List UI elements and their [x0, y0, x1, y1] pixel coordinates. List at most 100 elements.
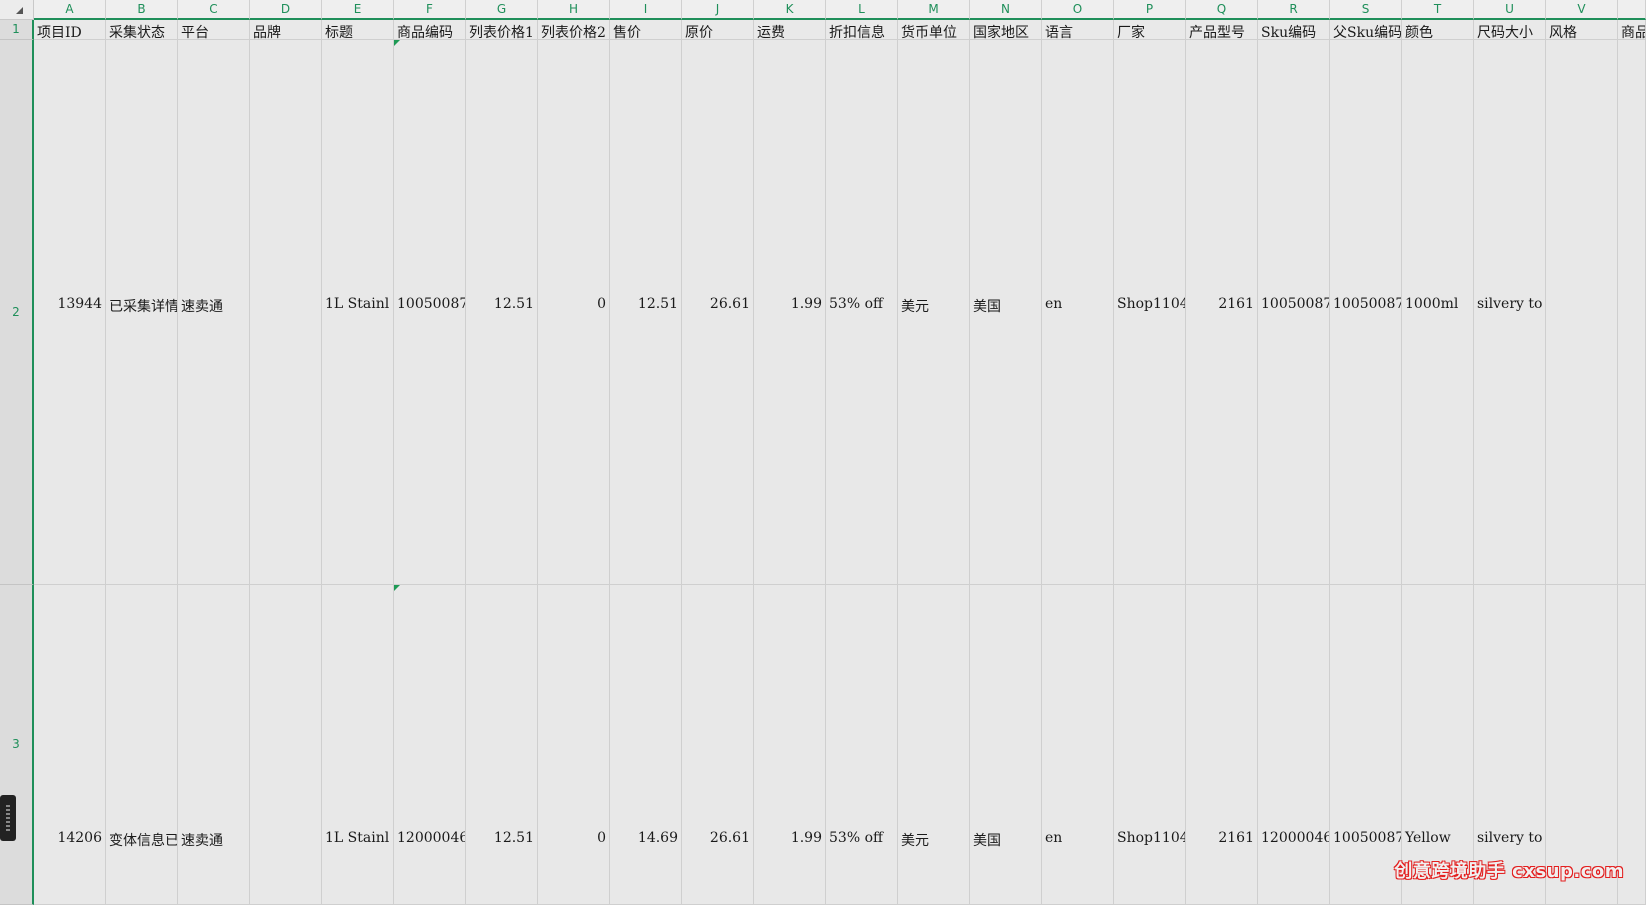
- data-cell[interactable]: 已采集详情: [106, 40, 178, 585]
- header-cell[interactable]: Sku编码: [1258, 20, 1330, 40]
- data-cell[interactable]: 12.51: [466, 40, 538, 585]
- column-header-u[interactable]: U: [1474, 0, 1546, 20]
- data-cell[interactable]: Shop11043: [1114, 585, 1186, 905]
- select-all-corner[interactable]: [0, 0, 34, 20]
- column-header-m[interactable]: M: [898, 0, 970, 20]
- data-cell[interactable]: 1L Stainl: [322, 585, 394, 905]
- column-header-t[interactable]: T: [1402, 0, 1474, 20]
- column-header-s[interactable]: S: [1330, 0, 1402, 20]
- column-header-p[interactable]: P: [1114, 0, 1186, 20]
- data-cell[interactable]: 1000ml: [1402, 40, 1474, 585]
- data-cell[interactable]: 美国: [970, 585, 1042, 905]
- header-cell[interactable]: 国家地区: [970, 20, 1042, 40]
- column-header-l[interactable]: L: [826, 0, 898, 20]
- row-header-3[interactable]: 3: [0, 585, 34, 905]
- data-cell[interactable]: 1L Stainl: [322, 40, 394, 585]
- data-cell[interactable]: 120000466: [394, 585, 466, 905]
- header-cell[interactable]: 风格: [1546, 20, 1618, 40]
- data-cell[interactable]: [250, 40, 322, 585]
- header-cell[interactable]: 品牌: [250, 20, 322, 40]
- data-cell[interactable]: 1.99: [754, 585, 826, 905]
- header-cell[interactable]: 标题: [322, 20, 394, 40]
- data-cell[interactable]: 12.51: [466, 585, 538, 905]
- data-cell[interactable]: [1618, 40, 1646, 585]
- column-header-b[interactable]: B: [106, 0, 178, 20]
- column-header-f[interactable]: F: [394, 0, 466, 20]
- header-cell[interactable]: 商品: [1618, 20, 1646, 40]
- data-cell[interactable]: 26.61: [682, 40, 754, 585]
- row-header-1[interactable]: 1: [0, 20, 34, 40]
- data-cell[interactable]: 美国: [970, 40, 1042, 585]
- column-header-r[interactable]: R: [1258, 0, 1330, 20]
- data-cell[interactable]: 变体信息已: [106, 585, 178, 905]
- column-header-q[interactable]: Q: [1186, 0, 1258, 20]
- column-header-a[interactable]: A: [34, 0, 106, 20]
- header-cell[interactable]: 商品编码: [394, 20, 466, 40]
- row-header-2[interactable]: 2: [0, 40, 34, 585]
- data-cell[interactable]: 速卖通: [178, 40, 250, 585]
- column-header-d[interactable]: D: [250, 0, 322, 20]
- column-header-w[interactable]: [1618, 0, 1646, 20]
- cell-text: 12.51: [493, 830, 534, 846]
- header-cell[interactable]: 尺码大小: [1474, 20, 1546, 40]
- data-cell[interactable]: 0: [538, 585, 610, 905]
- column-header-c[interactable]: C: [178, 0, 250, 20]
- data-cell[interactable]: 14206: [34, 585, 106, 905]
- cell-text: 项目ID: [37, 25, 82, 40]
- column-header-n[interactable]: N: [970, 0, 1042, 20]
- data-cell[interactable]: 100500878: [1330, 585, 1402, 905]
- column-header-e[interactable]: E: [322, 0, 394, 20]
- header-cell[interactable]: 颜色: [1402, 20, 1474, 40]
- data-cell[interactable]: 100500878: [394, 40, 466, 585]
- column-header-v[interactable]: V: [1546, 0, 1618, 20]
- column-header-j[interactable]: J: [682, 0, 754, 20]
- data-cell[interactable]: 53% off: [826, 40, 898, 585]
- header-cell[interactable]: 父Sku编码: [1330, 20, 1402, 40]
- header-cell[interactable]: 折扣信息: [826, 20, 898, 40]
- data-cell[interactable]: 1.99: [754, 40, 826, 585]
- select-all-triangle-icon: [16, 7, 23, 14]
- column-header-k[interactable]: K: [754, 0, 826, 20]
- header-cell[interactable]: 厂家: [1114, 20, 1186, 40]
- data-cell[interactable]: 12.51: [610, 40, 682, 585]
- header-cell[interactable]: 运费: [754, 20, 826, 40]
- cell-text: Shop11043: [1117, 296, 1185, 312]
- header-cell[interactable]: 列表价格2: [538, 20, 610, 40]
- data-cell[interactable]: 100500878: [1330, 40, 1402, 585]
- data-cell[interactable]: 速卖通: [178, 585, 250, 905]
- data-cell[interactable]: en: [1042, 585, 1114, 905]
- header-cell[interactable]: 货币单位: [898, 20, 970, 40]
- data-cell[interactable]: 26.61: [682, 585, 754, 905]
- data-cell[interactable]: 2161: [1186, 585, 1258, 905]
- cell-text: 53% off: [829, 296, 883, 312]
- header-cell[interactable]: 语言: [1042, 20, 1114, 40]
- header-cell[interactable]: 采集状态: [106, 20, 178, 40]
- column-header-h[interactable]: H: [538, 0, 610, 20]
- data-cell[interactable]: 13944: [34, 40, 106, 585]
- text-number-indicator-icon: [394, 40, 400, 46]
- cell-text: 厂家: [1117, 25, 1145, 40]
- column-header-i[interactable]: I: [610, 0, 682, 20]
- data-cell[interactable]: 120000466: [1258, 585, 1330, 905]
- data-cell[interactable]: 美元: [898, 40, 970, 585]
- data-cell[interactable]: [1546, 40, 1618, 585]
- data-cell[interactable]: en: [1042, 40, 1114, 585]
- header-cell[interactable]: 售价: [610, 20, 682, 40]
- header-cell[interactable]: 平台: [178, 20, 250, 40]
- data-cell[interactable]: 100500878: [1258, 40, 1330, 585]
- header-cell[interactable]: 列表价格1: [466, 20, 538, 40]
- column-header-g[interactable]: G: [466, 0, 538, 20]
- header-cell[interactable]: 原价: [682, 20, 754, 40]
- data-cell[interactable]: Shop11043: [1114, 40, 1186, 585]
- data-cell[interactable]: 2161: [1186, 40, 1258, 585]
- side-panel-handle[interactable]: [0, 795, 16, 841]
- column-header-o[interactable]: O: [1042, 0, 1114, 20]
- data-cell[interactable]: 美元: [898, 585, 970, 905]
- data-cell[interactable]: [250, 585, 322, 905]
- header-cell[interactable]: 项目ID: [34, 20, 106, 40]
- data-cell[interactable]: 14.69: [610, 585, 682, 905]
- data-cell[interactable]: 0: [538, 40, 610, 585]
- data-cell[interactable]: 53% off: [826, 585, 898, 905]
- header-cell[interactable]: 产品型号: [1186, 20, 1258, 40]
- data-cell[interactable]: silvery to blue: [1474, 40, 1546, 585]
